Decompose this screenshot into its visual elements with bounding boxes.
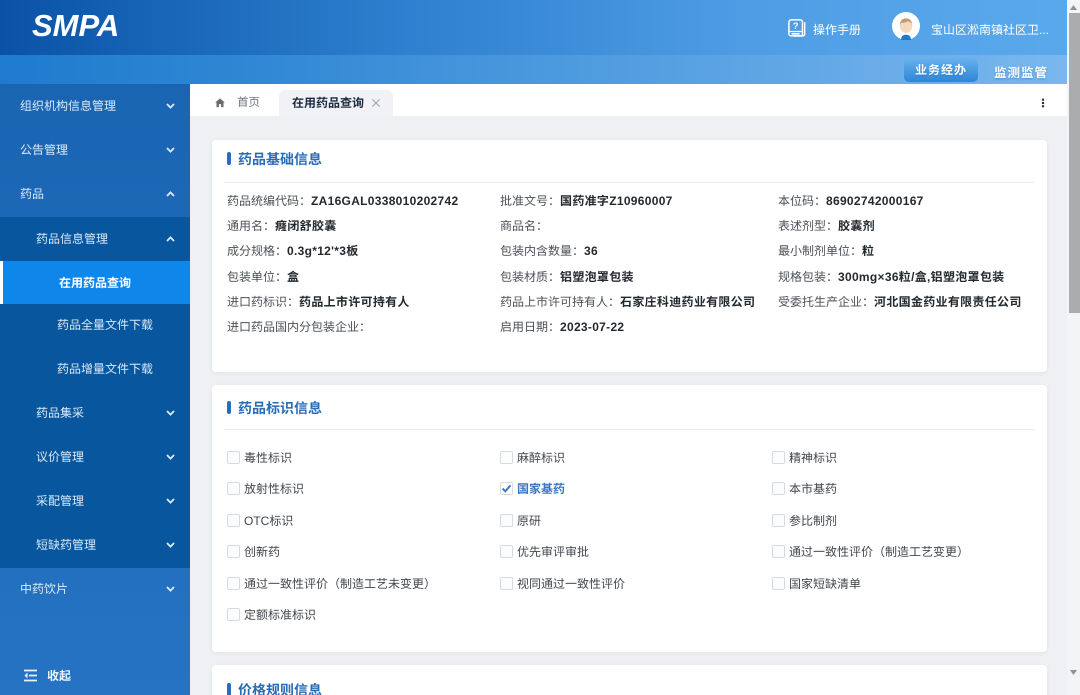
- svg-text:?: ?: [793, 21, 799, 32]
